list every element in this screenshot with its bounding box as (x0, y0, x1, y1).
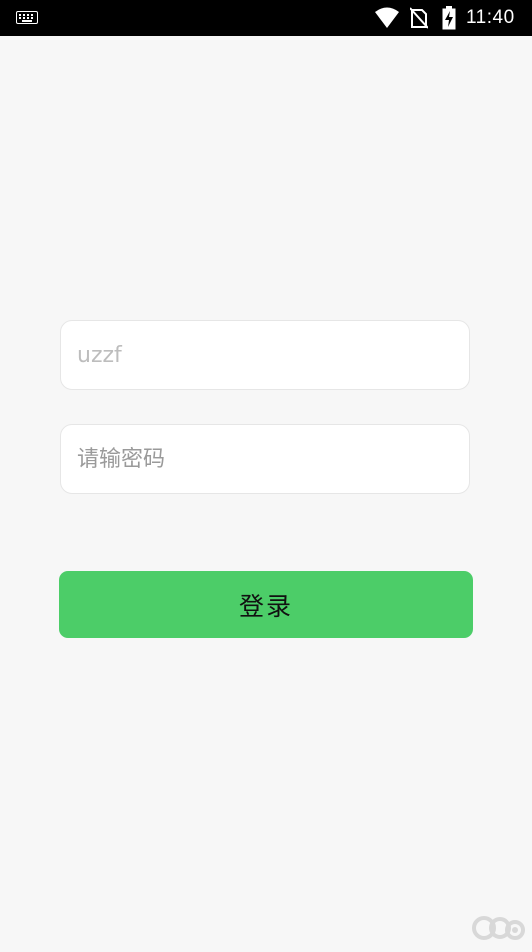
password-input[interactable] (75, 445, 455, 473)
login-button-label: 登录 (238, 591, 293, 621)
no-sim-icon (410, 7, 428, 29)
login-screen: 11:40 登录 (0, 0, 532, 952)
battery-charging-icon (442, 6, 456, 30)
status-bar: 11:40 (0, 0, 532, 36)
status-time: 11:40 (466, 7, 515, 28)
password-field[interactable] (60, 424, 470, 494)
username-field[interactable] (60, 320, 470, 390)
username-input[interactable] (75, 341, 455, 369)
wifi-icon (375, 7, 399, 28)
login-button[interactable]: 登录 (59, 571, 473, 638)
keyboard-icon (16, 11, 38, 24)
pc6-logo-icon (472, 916, 525, 940)
